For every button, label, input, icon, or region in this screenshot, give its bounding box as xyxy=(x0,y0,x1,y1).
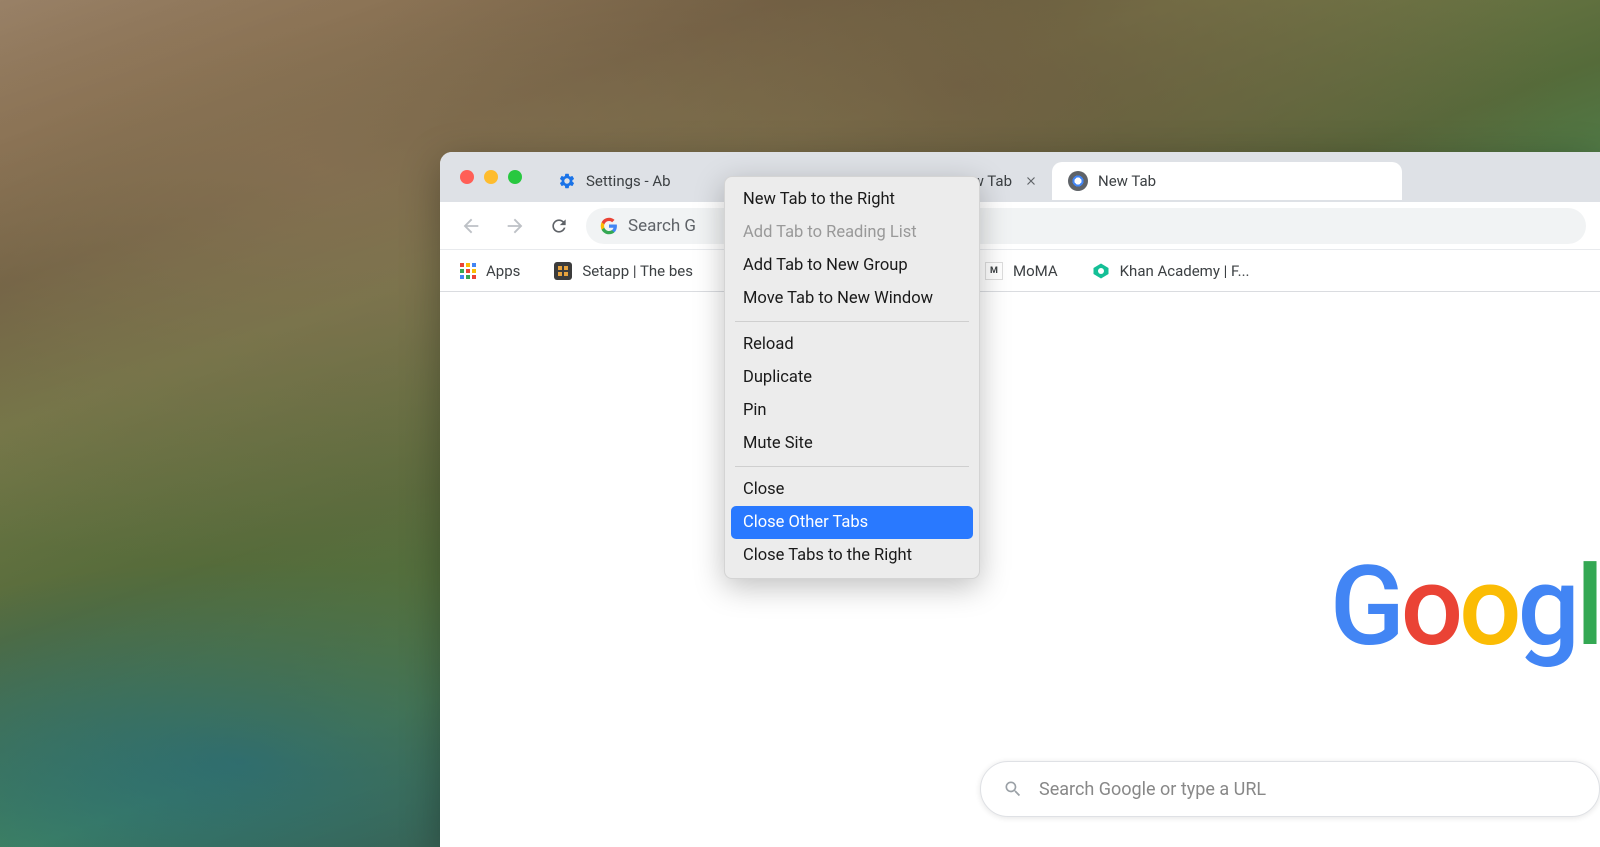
bookmark-label: Khan Academy | F... xyxy=(1120,262,1250,280)
close-icon xyxy=(1024,174,1038,188)
bookmark-label: Setapp | The bes xyxy=(582,262,693,280)
bookmarks-bar: Apps Setapp | The bes M MoMA Khan Academ… xyxy=(440,250,1600,292)
menu-close-other-tabs[interactable]: Close Other Tabs xyxy=(731,506,973,539)
tab-bar: Settings - Ab w Tab New Tab xyxy=(440,152,1600,202)
apps-icon xyxy=(460,263,476,279)
bookmark-setapp[interactable]: Setapp | The bes xyxy=(548,258,699,284)
tab-label: Settings - Ab xyxy=(586,172,671,190)
google-icon xyxy=(600,217,618,235)
omnibox-text: Search G xyxy=(628,216,696,236)
moma-icon: M xyxy=(985,262,1003,280)
close-tab-button[interactable] xyxy=(1022,172,1040,190)
bookmark-khan[interactable]: Khan Academy | F... xyxy=(1086,258,1256,284)
menu-pin[interactable]: Pin xyxy=(731,394,973,427)
close-window-button[interactable] xyxy=(460,170,474,184)
tab-newtab-active[interactable]: New Tab xyxy=(1052,162,1402,200)
menu-duplicate[interactable]: Duplicate xyxy=(731,361,973,394)
chrome-icon xyxy=(1068,171,1088,191)
bookmark-label: MoMA xyxy=(1013,262,1058,280)
maximize-window-button[interactable] xyxy=(508,170,522,184)
menu-add-new-group[interactable]: Add Tab to New Group xyxy=(731,249,973,282)
setapp-icon xyxy=(554,262,572,280)
bookmark-moma[interactable]: M MoMA xyxy=(979,258,1064,284)
forward-button[interactable] xyxy=(498,209,532,243)
menu-new-tab-right[interactable]: New Tab to the Right xyxy=(731,183,973,216)
arrow-left-icon xyxy=(460,215,482,237)
menu-close[interactable]: Close xyxy=(731,473,973,506)
menu-mute-site[interactable]: Mute Site xyxy=(731,427,973,460)
bookmark-label: Apps xyxy=(486,262,520,280)
search-icon xyxy=(1003,779,1023,799)
search-input[interactable]: Search Google or type a URL xyxy=(980,761,1600,817)
tab-context-menu: New Tab to the Right Add Tab to Reading … xyxy=(724,176,980,579)
search-placeholder: Search Google or type a URL xyxy=(1039,779,1266,800)
reload-button[interactable] xyxy=(542,209,576,243)
khan-icon xyxy=(1092,262,1110,280)
menu-move-new-window[interactable]: Move Tab to New Window xyxy=(731,282,973,315)
arrow-right-icon xyxy=(504,215,526,237)
reload-icon xyxy=(549,216,569,236)
tab-settings[interactable]: Settings - Ab xyxy=(542,162,712,200)
tab-label: New Tab xyxy=(1098,172,1156,190)
menu-add-reading-list: Add Tab to Reading List xyxy=(731,216,973,249)
google-logo: Googl xyxy=(1330,542,1600,671)
menu-reload[interactable]: Reload xyxy=(731,328,973,361)
back-button[interactable] xyxy=(454,209,488,243)
minimize-window-button[interactable] xyxy=(484,170,498,184)
menu-close-tabs-right[interactable]: Close Tabs to the Right xyxy=(731,539,973,572)
page-content: Googl Search Google or type a URL xyxy=(440,292,1600,847)
toolbar: Search G xyxy=(440,202,1600,250)
browser-window: Settings - Ab w Tab New Tab Search G xyxy=(440,152,1600,847)
gear-icon xyxy=(558,172,576,190)
window-controls xyxy=(460,170,522,184)
menu-separator xyxy=(735,321,969,322)
menu-separator xyxy=(735,466,969,467)
bookmark-apps[interactable]: Apps xyxy=(454,258,526,284)
